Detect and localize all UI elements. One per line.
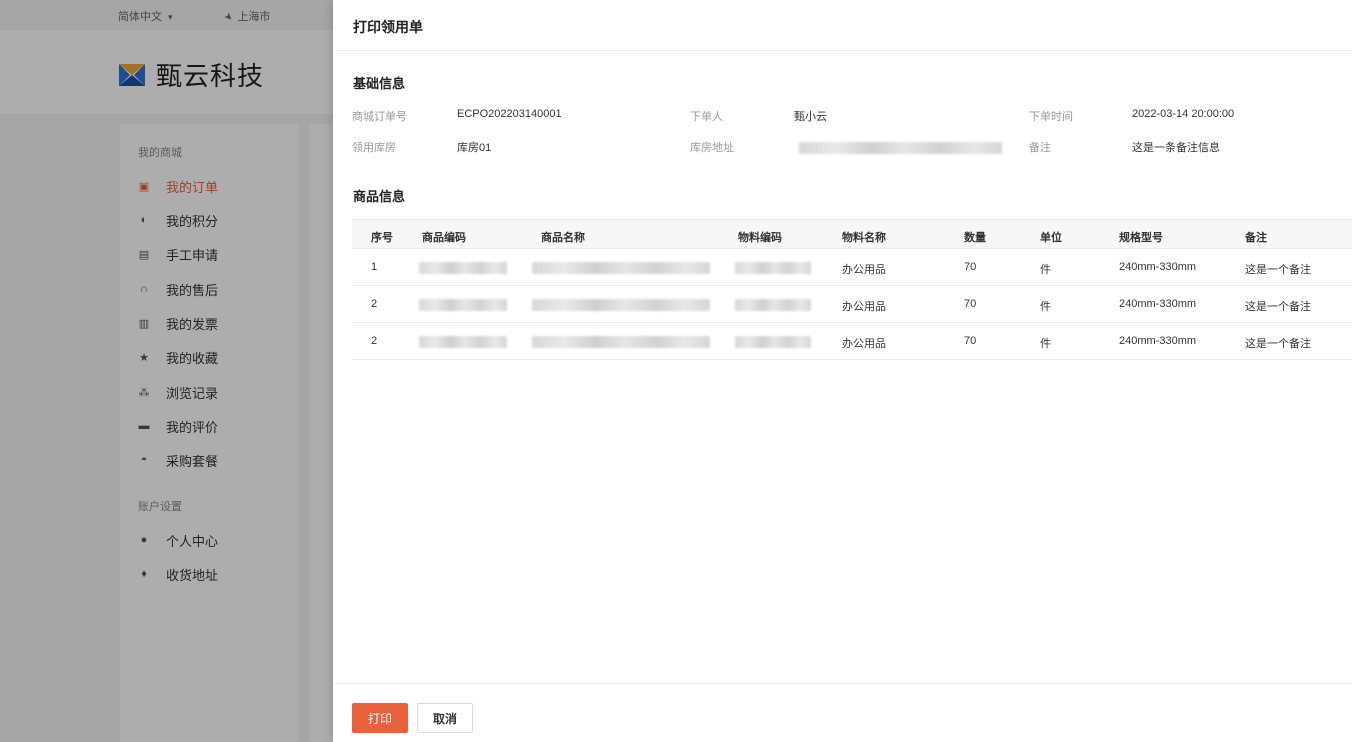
- order-no-value: ECPO202203140001: [457, 108, 562, 120]
- redacted-goods-code: [419, 262, 507, 274]
- warehouse-label: 领用库房: [352, 142, 396, 154]
- cancel-button[interactable]: 取消: [417, 703, 473, 733]
- row-number: 1: [371, 261, 378, 273]
- table-row: 2 办公用品 70 件 240mm-330mm 这是一个备注: [352, 286, 1352, 323]
- redacted-material-code: [735, 299, 811, 311]
- remark-value: 这是一条备注信息: [1132, 142, 1220, 154]
- order-no-label: 商城订单号: [352, 111, 407, 123]
- column-header: 物料编码: [738, 232, 782, 244]
- row-remark: 这是一个备注: [1245, 264, 1311, 276]
- orderer-value: 甄小云: [794, 111, 827, 123]
- footer-divider: [333, 683, 1352, 684]
- redacted-goods-name: [532, 262, 710, 274]
- spec: 240mm-330mm: [1119, 261, 1197, 273]
- row-remark: 这是一个备注: [1245, 338, 1311, 350]
- row-number: 2: [371, 335, 378, 347]
- column-header: 备注: [1245, 232, 1267, 244]
- column-header: 商品编码: [422, 232, 466, 244]
- redacted-goods-code: [419, 336, 507, 348]
- column-header: 规格型号: [1119, 232, 1163, 244]
- redacted-material-code: [735, 336, 811, 348]
- warehouse-address-label: 库房地址: [690, 142, 734, 154]
- material-name: 办公用品: [842, 264, 886, 276]
- orderer-label: 下单人: [690, 111, 723, 123]
- row-remark: 这是一个备注: [1245, 301, 1311, 313]
- remark-label: 备注: [1029, 142, 1051, 154]
- table-row: 1 办公用品 70 件 240mm-330mm 这是一个备注: [352, 249, 1352, 286]
- goods-info-title: 商品信息: [353, 189, 406, 204]
- material-name: 办公用品: [842, 338, 886, 350]
- table-row: 2 办公用品 70 件 240mm-330mm 这是一个备注: [352, 323, 1352, 360]
- quantity: 70: [964, 261, 977, 273]
- column-header: 单位: [1040, 232, 1062, 244]
- redacted-goods-name: [532, 336, 710, 348]
- print-drawer: 打印领用单 基础信息 商城订单号 ECPO202203140001 下单人 甄小…: [333, 0, 1352, 742]
- redacted-goods-name: [532, 299, 710, 311]
- spec: 240mm-330mm: [1119, 335, 1197, 347]
- order-time-label: 下单时间: [1029, 111, 1073, 123]
- drawer-title: 打印领用单: [353, 19, 423, 35]
- unit: 件: [1040, 301, 1051, 313]
- quantity: 70: [964, 298, 977, 310]
- unit: 件: [1040, 264, 1051, 276]
- redacted-address: [799, 142, 1002, 154]
- material-name: 办公用品: [842, 301, 886, 313]
- goods-table: 序号 商品编码 商品名称 物料编码 物料名称 数量 单位 规格型号 备注 1 办…: [352, 219, 1352, 360]
- quantity: 70: [964, 335, 977, 347]
- warehouse-value: 库房01: [457, 142, 492, 154]
- basic-info-title: 基础信息: [353, 76, 406, 91]
- column-header: 商品名称: [541, 232, 585, 244]
- column-header: 数量: [964, 232, 986, 244]
- spec: 240mm-330mm: [1119, 298, 1197, 310]
- column-header: 物料名称: [842, 232, 886, 244]
- redacted-material-code: [735, 262, 811, 274]
- column-header: 序号: [371, 232, 393, 244]
- print-button[interactable]: 打印: [352, 703, 408, 733]
- order-time-value: 2022-03-14 20:00:00: [1132, 108, 1235, 120]
- row-number: 2: [371, 298, 378, 310]
- divider: [333, 50, 1352, 51]
- unit: 件: [1040, 338, 1051, 350]
- redacted-goods-code: [419, 299, 507, 311]
- table-header: 序号 商品编码 商品名称 物料编码 物料名称 数量 单位 规格型号 备注: [352, 219, 1352, 249]
